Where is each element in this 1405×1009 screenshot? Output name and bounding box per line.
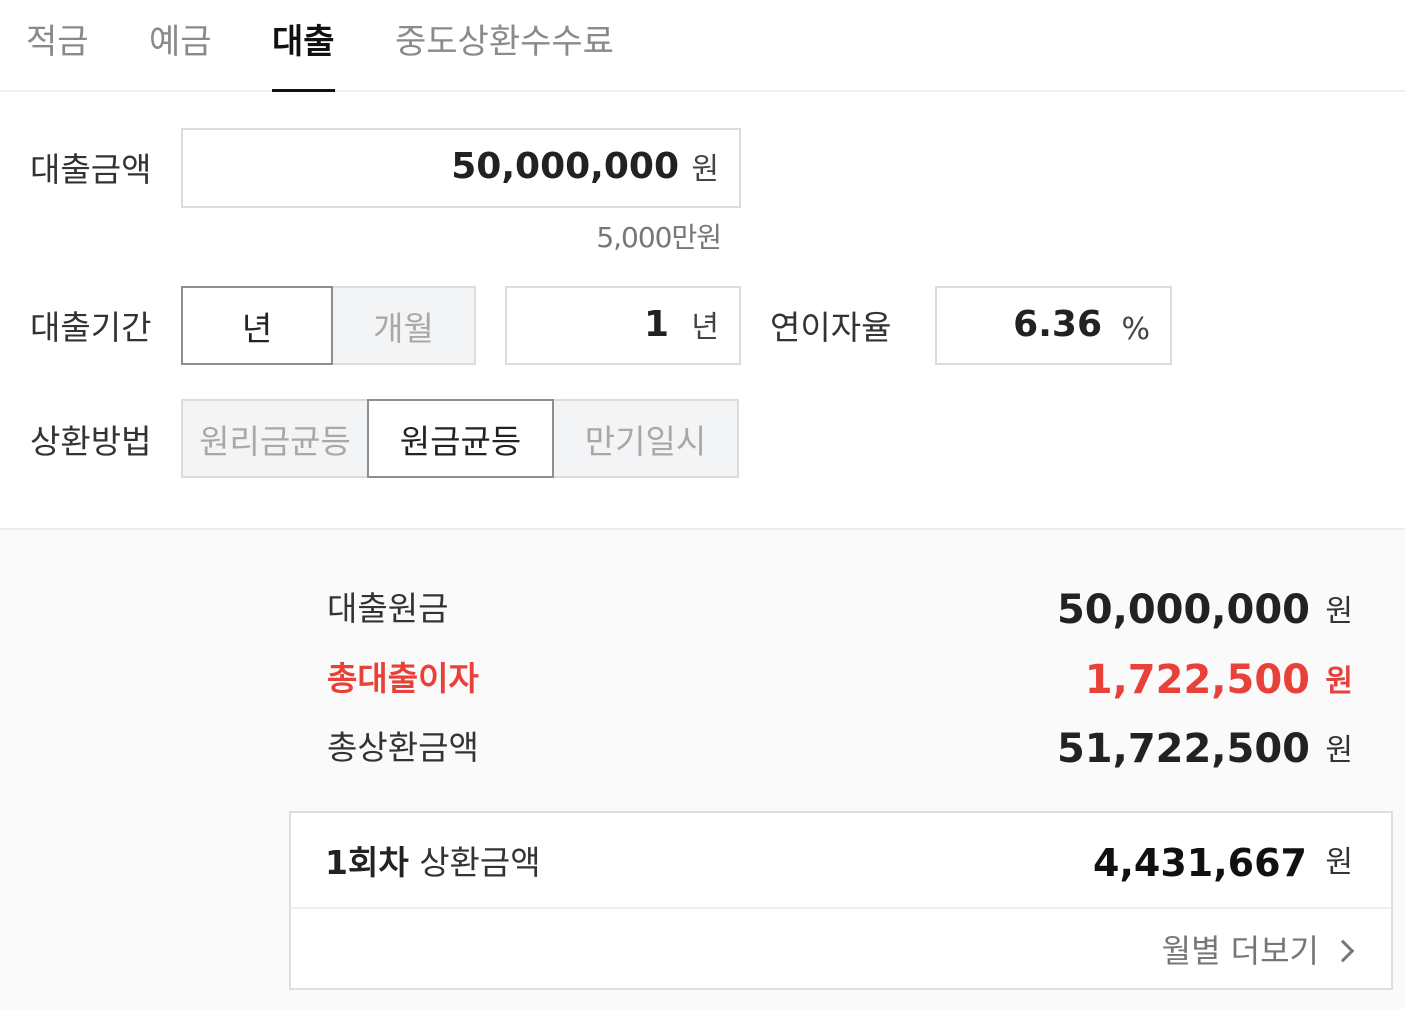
loan-period-value: 1: [643, 304, 669, 345]
monthly-more-link[interactable]: 월별 더보기: [1161, 931, 1355, 971]
loan-amount-hint: 5,000만원: [596, 221, 722, 254]
tab-savings[interactable]: 적금: [26, 20, 89, 92]
repayment-equal-installment-button[interactable]: 원리금균등: [181, 399, 369, 478]
interest-rate-input[interactable]: 6.36 %: [935, 286, 1172, 365]
interest-rate-label: 연이자율: [770, 308, 892, 347]
loan-period-label: 대출기간: [30, 308, 152, 347]
first-payment-card: 1회차 상환금액 4,431,667 원 월별 더보기: [289, 811, 1393, 990]
first-payment-round: 1회차: [325, 843, 409, 882]
first-payment-unit: 원: [1325, 845, 1353, 880]
loan-period-unit: 년: [691, 310, 719, 345]
interest-rate-unit: %: [1121, 312, 1150, 347]
interest-rate-value: 6.36: [1013, 304, 1102, 345]
repayment-method-label: 상환방법: [30, 422, 152, 461]
total-repay-value: 51,722,500: [1056, 726, 1310, 772]
tab-bar: 적금 예금 대출 중도상환수수료: [0, 0, 1405, 92]
first-payment-value: 4,431,667: [1093, 841, 1307, 885]
repayment-bullet-button[interactable]: 만기일시: [552, 399, 739, 478]
principal-unit: 원: [1325, 594, 1353, 629]
first-payment-title: 상환금액: [419, 843, 541, 882]
tab-prepayment-fee[interactable]: 중도상환수수료: [395, 20, 614, 92]
total-repay-unit: 원: [1325, 733, 1353, 768]
total-repay-label: 총상환금액: [327, 728, 479, 767]
tab-loan[interactable]: 대출: [272, 20, 335, 92]
total-interest-value: 1,722,500: [1084, 657, 1310, 703]
total-interest-unit: 원: [1325, 664, 1353, 699]
loan-amount-value: 50,000,000: [451, 146, 679, 187]
tab-deposit[interactable]: 예금: [149, 20, 212, 92]
loan-amount-unit: 원: [691, 152, 719, 187]
total-interest-label: 총대출이자: [327, 659, 479, 698]
card-divider: [291, 907, 1391, 909]
repayment-equal-principal-button[interactable]: 원금균등: [367, 399, 554, 478]
principal-label: 대출원금: [327, 589, 449, 628]
loan-amount-input[interactable]: 50,000,000 원: [181, 128, 741, 208]
loan-period-input[interactable]: 1 년: [505, 286, 741, 365]
period-unit-month-button[interactable]: 개월: [331, 286, 476, 365]
first-payment-label: 1회차 상환금액: [325, 841, 541, 885]
principal-value: 50,000,000: [1056, 587, 1310, 633]
monthly-more-label: 월별 더보기: [1161, 932, 1319, 970]
loan-amount-label: 대출금액: [30, 150, 152, 189]
chevron-right-icon: [1331, 939, 1355, 963]
period-unit-year-button[interactable]: 년: [181, 286, 333, 365]
